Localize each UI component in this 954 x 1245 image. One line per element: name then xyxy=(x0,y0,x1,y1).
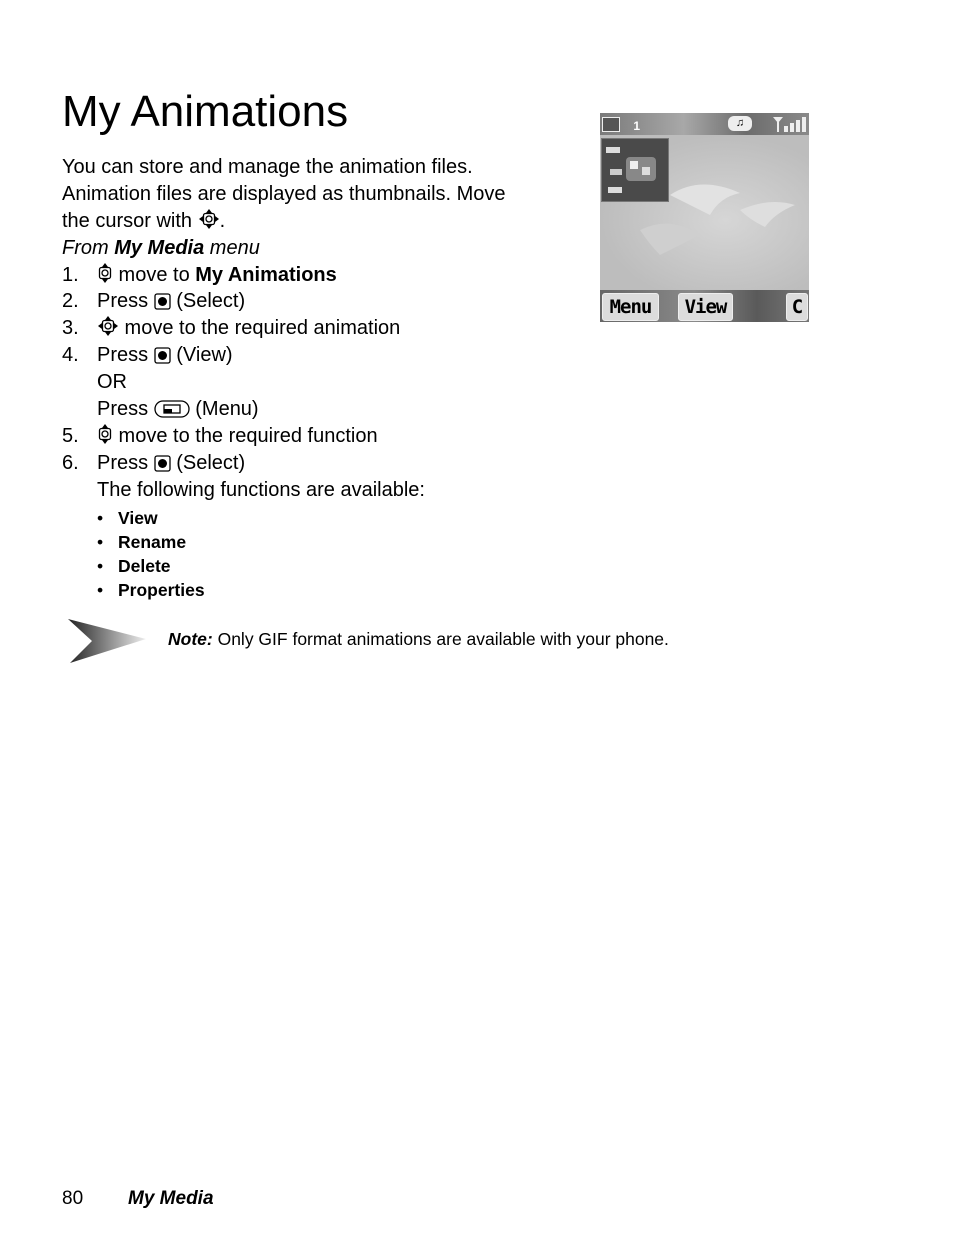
phone-status-bar: 1 ♫ xyxy=(600,113,809,135)
page-title: My Animations xyxy=(62,87,349,136)
up-down-nav-key-icon xyxy=(97,262,113,292)
list-item: • View xyxy=(97,507,158,528)
intro-line-3: the cursor with . xyxy=(62,208,582,235)
step-4-or: OR xyxy=(97,371,127,394)
phone-screenshot: 1 ♫ Menu View C xyxy=(600,113,809,322)
softkey-clear[interactable]: C xyxy=(786,293,808,321)
animation-grid xyxy=(600,135,809,290)
functions-intro: The following functions are available: xyxy=(97,478,425,501)
step-4-alt: Press (Menu) xyxy=(62,396,582,423)
step-6: 6. Press (Select) xyxy=(62,450,582,477)
line-1-icon: 1 xyxy=(633,119,640,133)
center-select-key-icon xyxy=(154,291,171,318)
step-3: 3. move to the required animation xyxy=(62,315,582,342)
intro-line-1: You can store and manage the animation f… xyxy=(62,156,473,178)
battery-icon xyxy=(602,117,620,132)
list-item: • Rename xyxy=(97,531,187,552)
note-box: Note: Only GIF format animations are ava… xyxy=(68,617,768,667)
step-4: 4. Press (View) xyxy=(62,342,582,369)
functions-list: • View • Rename • Delete • Properties xyxy=(62,506,582,603)
from-line: From My Media menu xyxy=(62,236,260,259)
softkey-view[interactable]: View xyxy=(678,293,733,321)
footer-section-title: My Media xyxy=(128,1188,214,1209)
four-way-nav-key-icon xyxy=(97,315,119,345)
left-soft-key-icon xyxy=(154,399,190,426)
intro-line-2: Animation files are displayed as thumbna… xyxy=(62,182,506,205)
up-down-nav-key-icon xyxy=(97,423,113,453)
note-text: Note: Only GIF format animations are ava… xyxy=(168,629,669,649)
body-content: You can store and manage the animation f… xyxy=(62,154,582,603)
page-number: 80 xyxy=(62,1188,84,1209)
center-select-key-icon xyxy=(154,345,171,372)
dolphin-wallpaper xyxy=(640,184,795,255)
list-item: • Properties xyxy=(97,580,205,601)
note-arrow-icon xyxy=(68,617,148,670)
menu-name: My Media xyxy=(114,236,205,259)
list-item: • Delete xyxy=(97,556,171,577)
step-5: 5. move to the required function xyxy=(62,423,582,450)
four-way-nav-key-icon xyxy=(198,208,220,238)
phone-softkey-bar: Menu View C xyxy=(600,290,809,322)
step-1: 1. move to My Animations xyxy=(62,262,582,289)
softkey-menu[interactable]: Menu xyxy=(602,293,659,321)
center-select-key-icon xyxy=(154,453,171,480)
step-2: 2. Press (Select) xyxy=(62,288,582,315)
vibrate-ring-icon: ♫ xyxy=(728,116,752,131)
